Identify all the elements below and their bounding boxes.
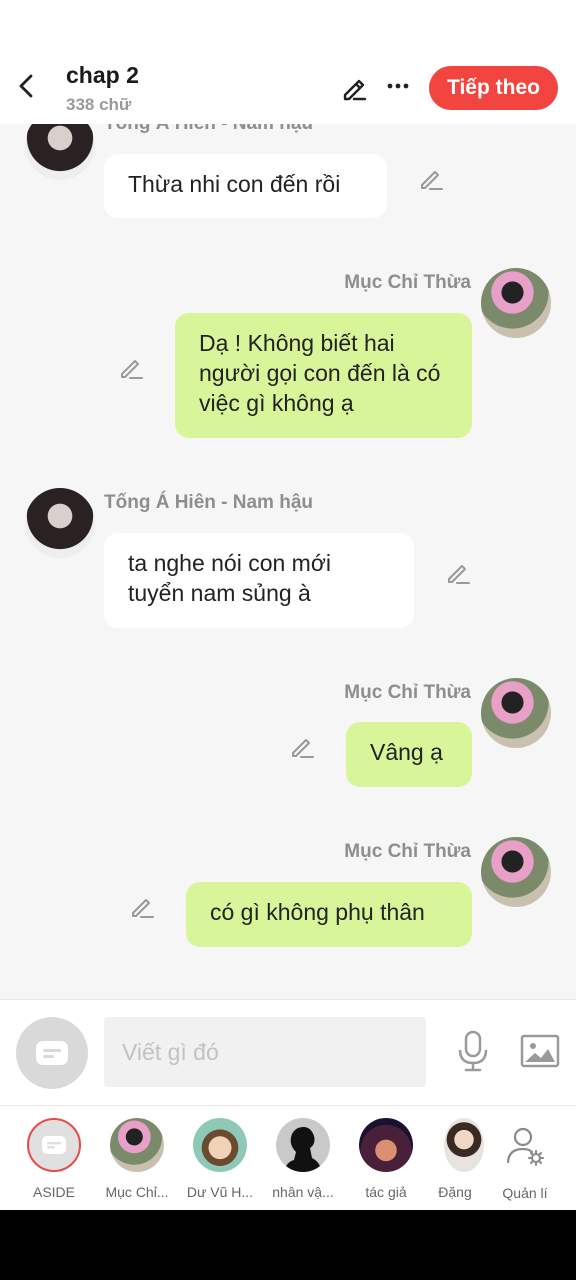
user-settings-icon [506, 1127, 544, 1166]
pencil-icon [121, 360, 143, 379]
message-bubble[interactable]: Dạ ! Không biết hai người gọi con đến là… [175, 313, 472, 438]
edit-message-button[interactable] [289, 734, 315, 760]
message-bubble[interactable]: Vâng ạ [346, 722, 472, 787]
system-nav-bar [0, 1210, 576, 1280]
edit-message-button[interactable] [129, 894, 155, 920]
character-npc[interactable]: nhân vậ... [263, 1118, 343, 1200]
page-title: chap 2 [66, 62, 139, 88]
aside-note-icon [42, 1136, 66, 1154]
sender-name: Mục Chỉ Thừa [344, 841, 471, 862]
aside-toggle-button[interactable] [16, 1017, 88, 1089]
character-aside[interactable]: ASIDE [14, 1118, 94, 1200]
character-label: Đặng [438, 1184, 472, 1200]
message-bubble[interactable]: có gì không phụ thân [186, 882, 472, 947]
character-du-vu[interactable]: Dư Vũ H... [180, 1118, 260, 1200]
more-options-button[interactable] [384, 72, 412, 100]
avatar-muc-chi-thua[interactable] [481, 837, 551, 907]
pencil-icon [132, 899, 154, 918]
aside-note-icon [36, 1041, 68, 1065]
character-tac-gia[interactable]: tác giả [346, 1118, 426, 1200]
character-bar: ASIDE Mục Chỉ... Dư Vũ H... nhân vậ... t… [0, 1105, 576, 1210]
avatar-tong-a-hien[interactable] [25, 488, 95, 558]
avatar [110, 1118, 164, 1172]
header: chap 2 338 chữ Tiếp theo [0, 0, 576, 124]
character-dang[interactable]: Đặng [420, 1118, 490, 1200]
character-label: nhân vậ... [272, 1184, 334, 1200]
character-label: Dư Vũ H... [186, 1184, 254, 1200]
character-label: Mục Chỉ... [105, 1184, 169, 1200]
image-button[interactable] [520, 1033, 560, 1069]
manage-label: Quản lí [502, 1185, 548, 1201]
composer-bar [0, 999, 576, 1105]
avatar-muc-chi-thua[interactable] [481, 678, 551, 748]
message-bubble[interactable]: Thừa nhi con đến rồi [104, 154, 387, 218]
manage-characters-button[interactable]: Quản lí [490, 1124, 560, 1201]
back-button[interactable] [14, 72, 38, 100]
microphone-icon [458, 1030, 488, 1072]
edit-message-button[interactable] [445, 560, 471, 586]
character-label: ASIDE [32, 1184, 75, 1200]
pencil-icon [421, 171, 443, 190]
next-button[interactable]: Tiếp theo [429, 66, 558, 110]
sender-name: Tống Á Hiên - Nam hậu [104, 492, 313, 513]
microphone-button[interactable] [456, 1030, 490, 1072]
chat-screen: chap 2 338 chữ Tiếp theo Tống Á Hiên - N… [0, 0, 576, 1210]
sender-name: Mục Chỉ Thừa [344, 682, 471, 703]
pencil-icon [343, 79, 367, 101]
message-bubble[interactable]: ta nghe nói con mới tuyển nam sủng à [104, 533, 414, 628]
more-dots-icon [387, 83, 409, 89]
avatar [193, 1118, 247, 1172]
edit-title-button[interactable] [340, 74, 368, 102]
edit-message-button[interactable] [118, 355, 144, 381]
character-muc-chi-thua[interactable]: Mục Chỉ... [97, 1118, 177, 1200]
aside-avatar [27, 1118, 81, 1172]
pencil-icon [448, 565, 470, 584]
avatar [444, 1118, 484, 1172]
chevron-left-icon [19, 74, 33, 98]
message-input[interactable] [104, 1017, 426, 1087]
avatar [359, 1118, 413, 1172]
pencil-icon [292, 739, 314, 758]
sender-name: Mục Chỉ Thừa [344, 272, 471, 293]
silhouette-icon [284, 1127, 322, 1172]
image-icon [520, 1034, 560, 1068]
word-count: 338 chữ [66, 95, 132, 114]
avatar-muc-chi-thua[interactable] [481, 268, 551, 338]
character-label: tác giả [365, 1184, 407, 1200]
edit-message-button[interactable] [418, 166, 444, 192]
avatar [276, 1118, 330, 1172]
